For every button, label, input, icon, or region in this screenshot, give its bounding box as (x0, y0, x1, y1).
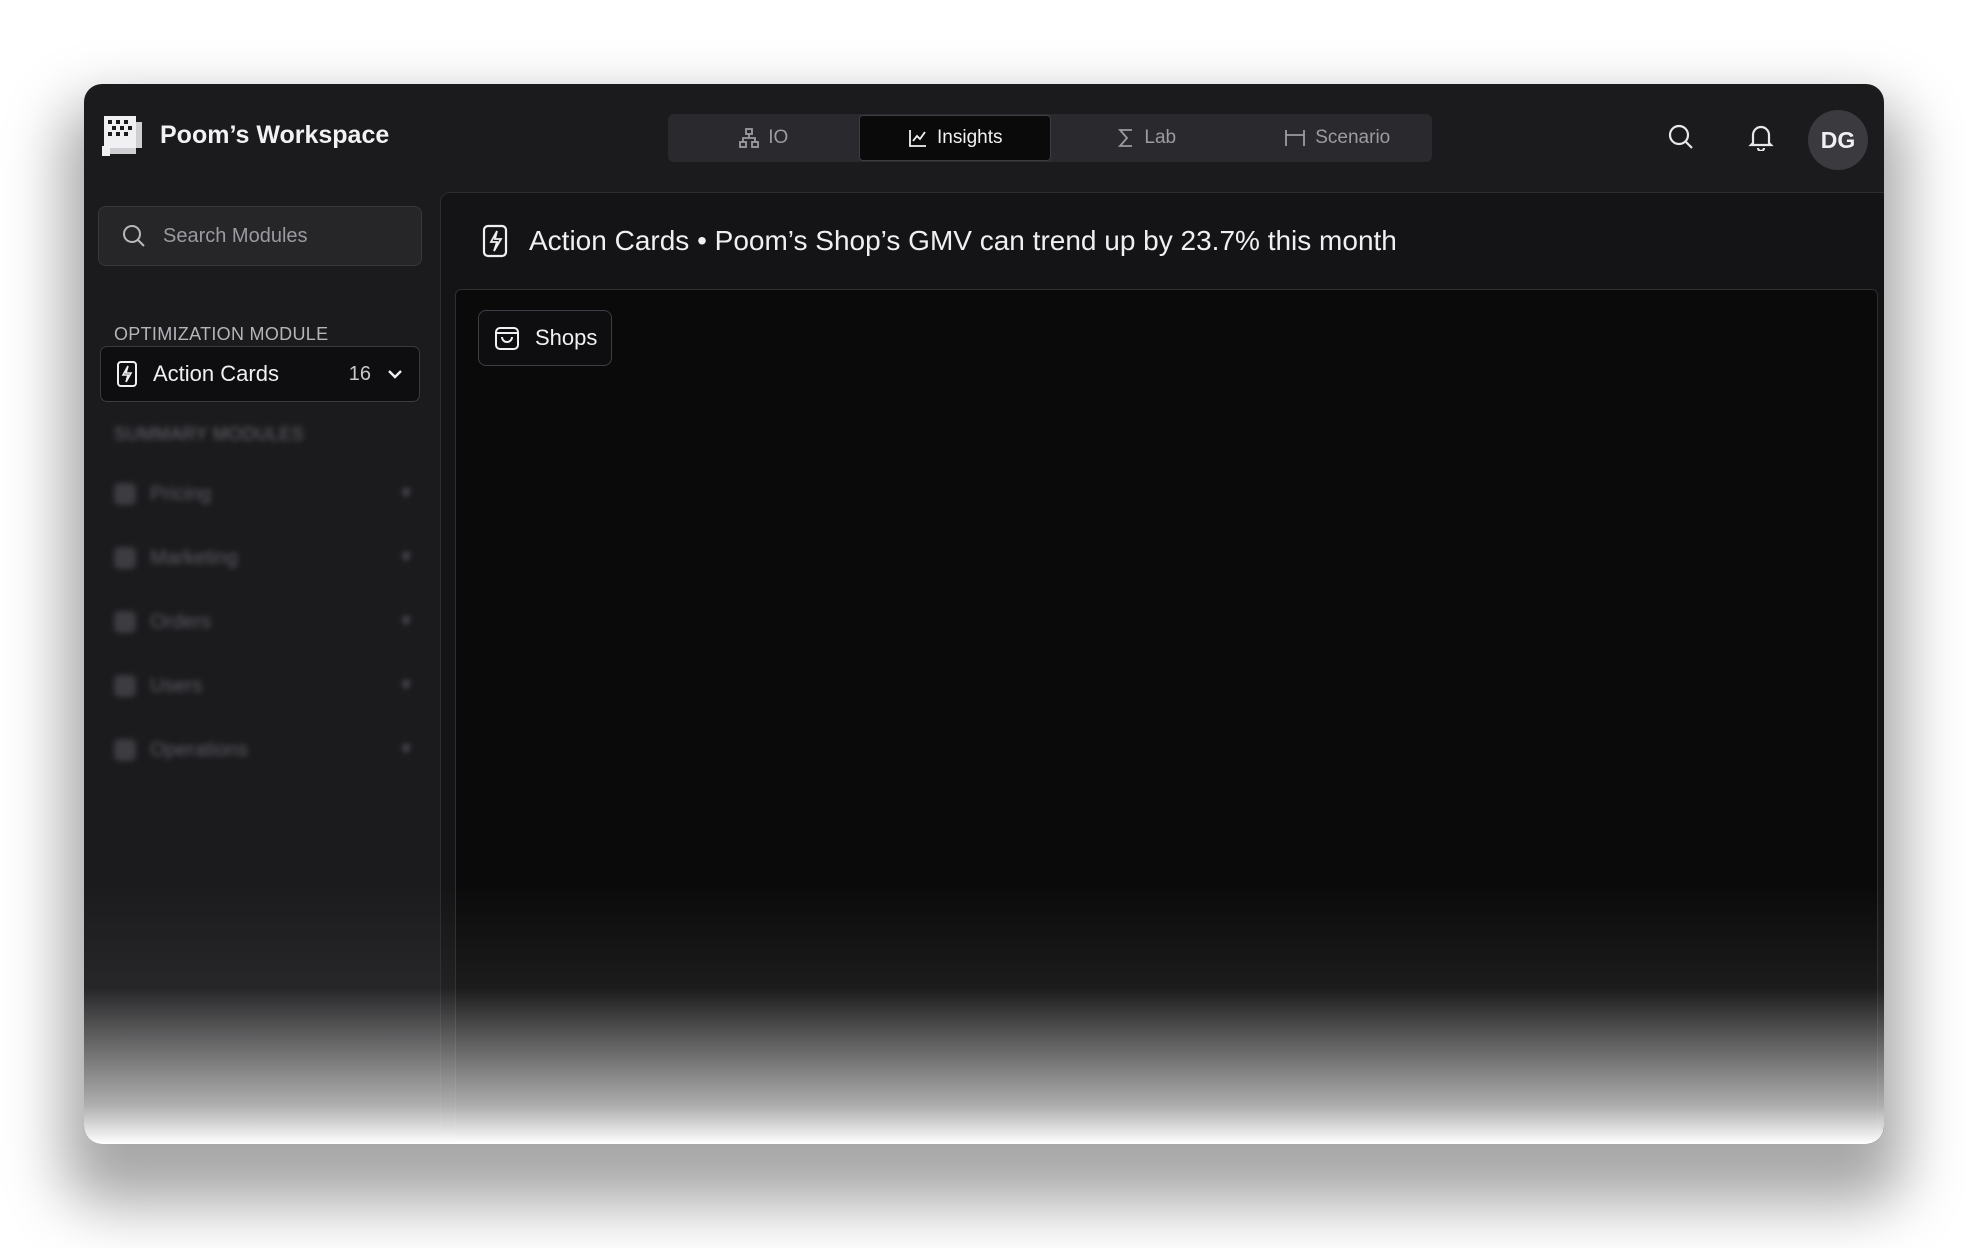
bracket-icon (1285, 130, 1306, 146)
tab-insights[interactable]: Insights (858, 115, 1051, 161)
action-cards-count: 16 (348, 362, 371, 385)
chevron-down-icon: ▼ (398, 549, 414, 566)
lightning-card-icon (482, 224, 508, 258)
top-bar: Poom’s Workspace IO Insights Lab Scenari… (84, 84, 1884, 192)
optimization-section-label: OPTIMIZATION MODULE (114, 324, 329, 344)
user-avatar[interactable]: DG (1808, 110, 1868, 170)
page-title: Action Cards • Poom’s Shop’s GMV can tre… (529, 225, 1397, 256)
sidebar-item-label: Operations (150, 738, 248, 761)
tag-icon (114, 483, 136, 505)
search-icon (123, 225, 145, 247)
main-tabs: IO Insights Lab Scenario (668, 114, 1432, 162)
chevron-down-icon: ▼ (398, 485, 414, 502)
search-icon (1668, 124, 1693, 149)
search-button[interactable] (1662, 118, 1700, 156)
chevron-down-icon (388, 370, 402, 379)
line-chart-icon (909, 130, 926, 147)
sidebar-item-marketing[interactable]: Marketing ▼ (114, 544, 414, 572)
gear-icon (114, 739, 136, 761)
chevron-down-icon: ▼ (398, 677, 414, 694)
shopping-bag-icon (495, 327, 519, 350)
sidebar-item-action-cards[interactable]: Action Cards 16 (100, 346, 420, 402)
tab-insights-label: Insights (937, 127, 1003, 148)
megaphone-icon (114, 547, 136, 569)
sidebar-item-pricing[interactable]: Pricing ▼ (114, 480, 414, 508)
workspace-brand[interactable]: Poom’s Workspace (100, 112, 389, 158)
sidebar-item-operations[interactable]: Operations ▼ (114, 736, 414, 764)
summary-section-label: SUMMARY MODULES (114, 424, 304, 444)
app-window: Poom’s Workspace IO Insights Lab Scenari… (84, 84, 1884, 1144)
sidebar-item-orders[interactable]: Orders ▼ (114, 608, 414, 636)
search-input[interactable] (163, 224, 403, 248)
box-icon (114, 611, 136, 633)
main-header: Action Cards • Poom’s Shop’s GMV can tre… (441, 193, 1884, 289)
lightning-card-icon (117, 361, 137, 387)
sidebar-item-label: Users (150, 674, 203, 697)
sidebar-item-label: Pricing (150, 482, 212, 505)
chevron-down-icon: ▼ (398, 741, 414, 758)
shops-chip-label: Shops (535, 325, 598, 350)
notifications-button[interactable] (1742, 118, 1780, 156)
workspace-name: Poom’s Workspace (160, 120, 390, 149)
sigma-icon (1118, 129, 1133, 147)
tab-io-label: IO (768, 127, 789, 148)
hierarchy-icon (739, 128, 760, 148)
tab-io[interactable]: IO (668, 114, 859, 162)
chevron-down-icon: ▼ (398, 613, 414, 630)
shops-filter-chip[interactable]: Shops (478, 310, 613, 366)
bell-icon (1748, 125, 1774, 151)
tab-lab[interactable]: Lab (1051, 114, 1242, 162)
content-canvas: Shops (455, 289, 1878, 1144)
workspace-logo-icon (102, 116, 142, 156)
tab-lab-label: Lab (1144, 127, 1177, 148)
sidebar: OPTIMIZATION MODULE Action Cards 16 SUMM… (84, 192, 440, 1144)
sidebar-item-label: Marketing (150, 546, 238, 569)
main-panel: Action Cards • Poom’s Shop’s GMV can tre… (440, 192, 1884, 1144)
tab-scenario-label: Scenario (1315, 127, 1391, 148)
blurred-sidebar-content: SUMMARY MODULES Pricing ▼ Marketing ▼ Or… (84, 412, 440, 1052)
search-modules[interactable] (98, 206, 422, 266)
tab-scenario[interactable]: Scenario (1242, 114, 1433, 162)
user-icon (114, 675, 136, 697)
sidebar-item-label: Orders (150, 610, 212, 633)
action-cards-label: Action Cards (153, 361, 279, 386)
sidebar-item-users[interactable]: Users ▼ (114, 672, 414, 700)
